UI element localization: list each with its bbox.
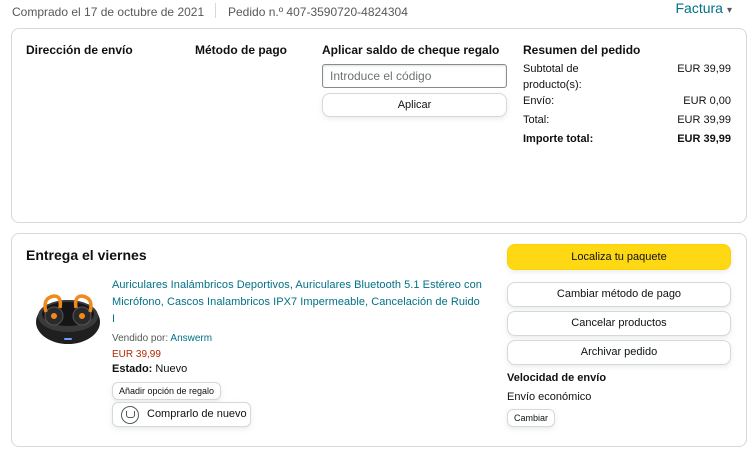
order-details-box: Dirección de envío Método de pago Aplica… (11, 28, 747, 223)
track-package-button[interactable]: Localiza tu paquete (507, 244, 731, 270)
sold-by: Vendido por: Answerm (112, 333, 212, 344)
change-payment-button[interactable]: Cambiar método de pago (507, 282, 731, 307)
condition-value: Nuevo (155, 363, 188, 375)
shipping-speed-header: Velocidad de envío (507, 372, 607, 384)
summary-value: EUR 0,00 (683, 95, 731, 107)
order-number: Pedido n.º 407-3590720-4824304 (228, 5, 408, 19)
seller-link[interactable]: Answerm (170, 333, 212, 344)
summary-label: Envío: (523, 95, 555, 107)
payment-method-header: Método de pago (195, 43, 287, 57)
summary-label: Total: (523, 114, 550, 126)
order-header-bar: Comprado el 17 de octubre de 2021 Pedido… (12, 0, 742, 24)
sold-by-label: Vendido por: (112, 333, 169, 344)
summary-value: EUR 39,99 (677, 63, 731, 75)
condition-label: Estado: (112, 363, 153, 375)
product-title-link[interactable]: Auriculares Inalámbricos Deportivos, Aur… (112, 277, 482, 328)
product-condition: Estado: Nuevo (112, 363, 187, 375)
change-shipping-button[interactable]: Cambiar (507, 409, 556, 427)
order-summary-header: Resumen del pedido (523, 43, 641, 57)
purchase-date: Comprado el 17 de octubre de 2021 (12, 5, 205, 19)
buy-again-label: Comprarlo de nuevo (147, 408, 247, 420)
apply-gift-card-button[interactable]: Aplicar (322, 93, 507, 117)
wireless-earbuds-image[interactable] (32, 282, 104, 354)
delivery-box: Entrega el viernes Auriculares Inalámbri… (11, 233, 747, 447)
summary-label: Importe total: (523, 133, 594, 145)
shipping-address-header: Dirección de envío (26, 43, 133, 57)
gift-card-input[interactable]: Introduce el código (322, 64, 507, 88)
gift-card-header: Aplicar saldo de cheque regalo (322, 43, 500, 57)
add-gift-option-button[interactable]: Añadir opción de regalo (112, 382, 222, 400)
header-divider (215, 3, 216, 18)
buy-again-button[interactable]: Comprarlo de nuevo (112, 402, 251, 427)
chevron-down-icon: ▾ (726, 5, 732, 16)
cancel-items-button[interactable]: Cancelar productos (507, 311, 731, 336)
summary-label: Subtotal de producto(s): (523, 63, 582, 91)
archive-order-button[interactable]: Archivar pedido (507, 340, 731, 365)
summary-value: EUR 39,99 (677, 114, 731, 126)
invoice-dropdown[interactable]: Factura ▾ (676, 0, 733, 16)
product-price: EUR 39,99 (112, 349, 161, 360)
shipping-speed-value: Envío económico (507, 391, 592, 403)
buy-again-icon (121, 406, 139, 424)
delivery-title: Entrega el viernes (26, 247, 147, 263)
invoice-label: Factura (675, 0, 723, 16)
summary-value: EUR 39,99 (677, 133, 731, 145)
